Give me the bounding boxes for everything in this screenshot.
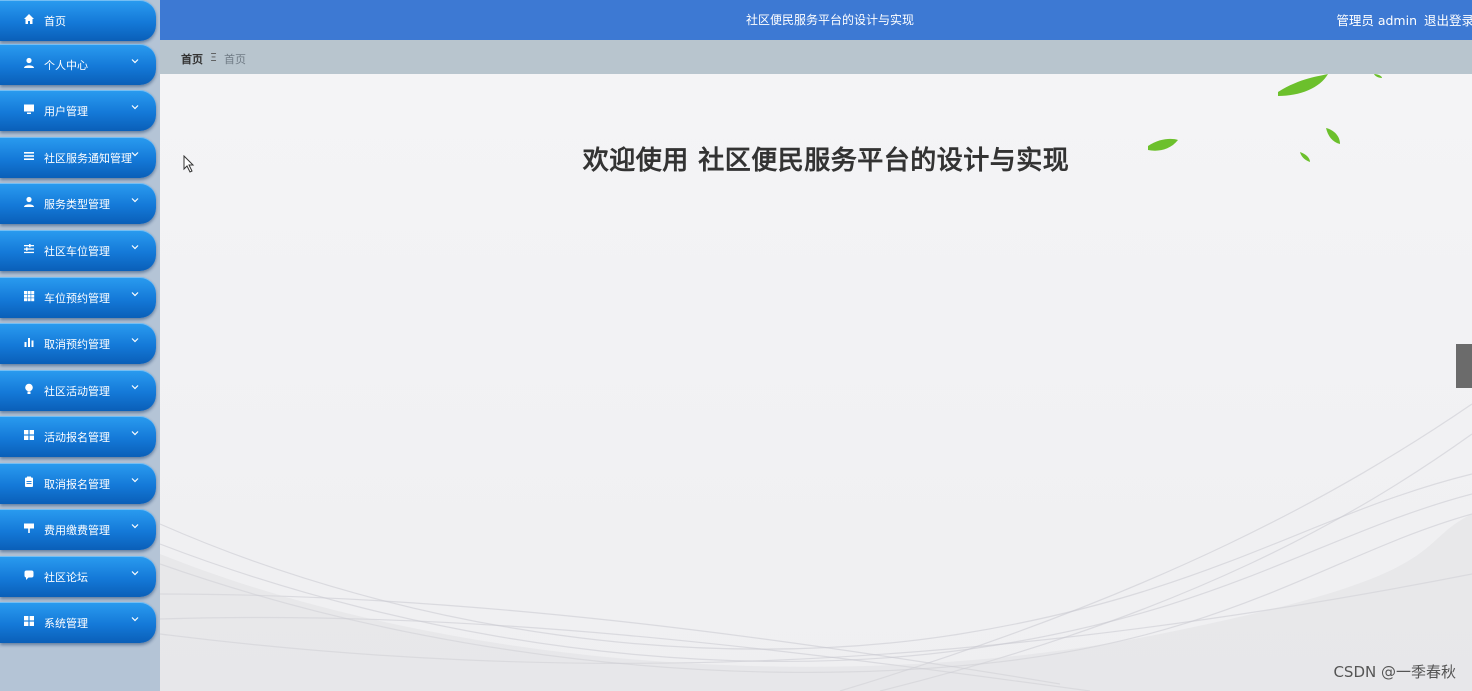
user-icon [22, 195, 36, 209]
list-icon [22, 149, 36, 163]
sidebar-item[interactable]: 费用缴费管理 [0, 509, 156, 550]
sidebar: 首页个人中心用户管理社区服务通知管理 服务类型管理 社区车位管理 车位预约管理 取消预约… [0, 0, 160, 691]
sidebar-item[interactable]: 社区活动管理 [0, 370, 156, 411]
comment-icon [22, 568, 36, 582]
sidebar-item-label: 系统管理 [44, 617, 88, 630]
apps-icon [22, 428, 36, 442]
top-header: 社区便民服务平台的设计与实现 管理员 admin 退出登录 [160, 0, 1472, 40]
sidebar-item-label: 社区论坛 [44, 571, 88, 584]
monitor-icon [22, 102, 36, 116]
chevron-down-icon [131, 431, 139, 436]
chevron-down-icon [131, 617, 139, 622]
breadcrumb: 首页 Ξ 首页 [160, 40, 1472, 74]
chevron-down-icon [131, 59, 139, 64]
chevron-down-icon [131, 245, 139, 250]
sign-icon [22, 521, 36, 535]
sidebar-item-label: 社区车位管理 [44, 245, 110, 258]
sidebar-item-label: 社区活动管理 [44, 385, 110, 398]
sidebar-item[interactable]: 社区论坛 [0, 556, 156, 597]
watermark: CSDN @一季春秋 [1333, 663, 1456, 681]
apps-icon [22, 614, 36, 628]
chevron-down-icon [131, 571, 139, 576]
breadcrumb-separator-icon: Ξ [210, 51, 217, 64]
breadcrumb-current: 首页 [224, 53, 246, 66]
sliders-icon [22, 242, 36, 256]
sidebar-item-label: 首页 [44, 15, 66, 28]
main-content: 欢迎使用 社区便民服务平台的设计与实现 [160, 74, 1472, 691]
sidebar-item-label: 取消预约管理 [44, 338, 110, 351]
home-icon [22, 12, 36, 26]
sidebar-item[interactable]: 社区车位管理 [0, 230, 156, 271]
sidebar-item[interactable]: 服务类型管理 [0, 183, 156, 224]
sidebar-item-label: 活动报名管理 [44, 431, 110, 444]
logout-link[interactable]: 退出登录 [1424, 10, 1472, 29]
chevron-down-icon [131, 338, 139, 343]
chevron-down-icon [131, 524, 139, 529]
sidebar-item-label: 服务类型管理 [44, 198, 110, 211]
clipboard-icon [22, 475, 36, 489]
app-title: 社区便民服务平台的设计与实现 [745, 13, 914, 27]
user-icon [22, 56, 36, 70]
chevron-down-icon [131, 152, 139, 157]
sidebar-item[interactable]: 个人中心 [0, 44, 156, 85]
sidebar-item-label: 社区服务通知管理 [44, 152, 132, 165]
sidebar-item[interactable]: 首页 [0, 0, 156, 41]
sidebar-item[interactable]: 取消报名管理 [0, 463, 156, 504]
sidebar-item[interactable]: 社区服务通知管理 [0, 137, 156, 178]
bar-chart-icon [22, 335, 36, 349]
sidebar-item[interactable]: 活动报名管理 [0, 416, 156, 457]
breadcrumb-home[interactable]: 首页 [181, 51, 203, 67]
current-user: 管理员 admin [1336, 13, 1417, 28]
sidebar-item-label: 取消报名管理 [44, 478, 110, 491]
sidebar-item-label: 车位预约管理 [44, 292, 110, 305]
chevron-down-icon [131, 292, 139, 297]
welcome-heading: 欢迎使用 社区便民服务平台的设计与实现 [582, 146, 1070, 176]
chevron-down-icon [131, 105, 139, 110]
bulb-icon [22, 382, 36, 396]
sidebar-item[interactable]: 系统管理 [0, 602, 156, 643]
scrollbar-thumb[interactable] [1456, 344, 1472, 388]
chevron-down-icon [131, 198, 139, 203]
sidebar-item-label: 用户管理 [44, 105, 88, 118]
chevron-down-icon [131, 478, 139, 483]
sidebar-item-label: 费用缴费管理 [44, 524, 110, 537]
sidebar-item[interactable]: 用户管理 [0, 90, 156, 131]
sidebar-item[interactable]: 取消预约管理 [0, 323, 156, 364]
grid-icon [22, 289, 36, 303]
sidebar-item-label: 个人中心 [44, 59, 88, 72]
mouse-cursor-icon [183, 155, 195, 173]
chevron-down-icon [131, 385, 139, 390]
sidebar-item[interactable]: 车位预约管理 [0, 277, 156, 318]
